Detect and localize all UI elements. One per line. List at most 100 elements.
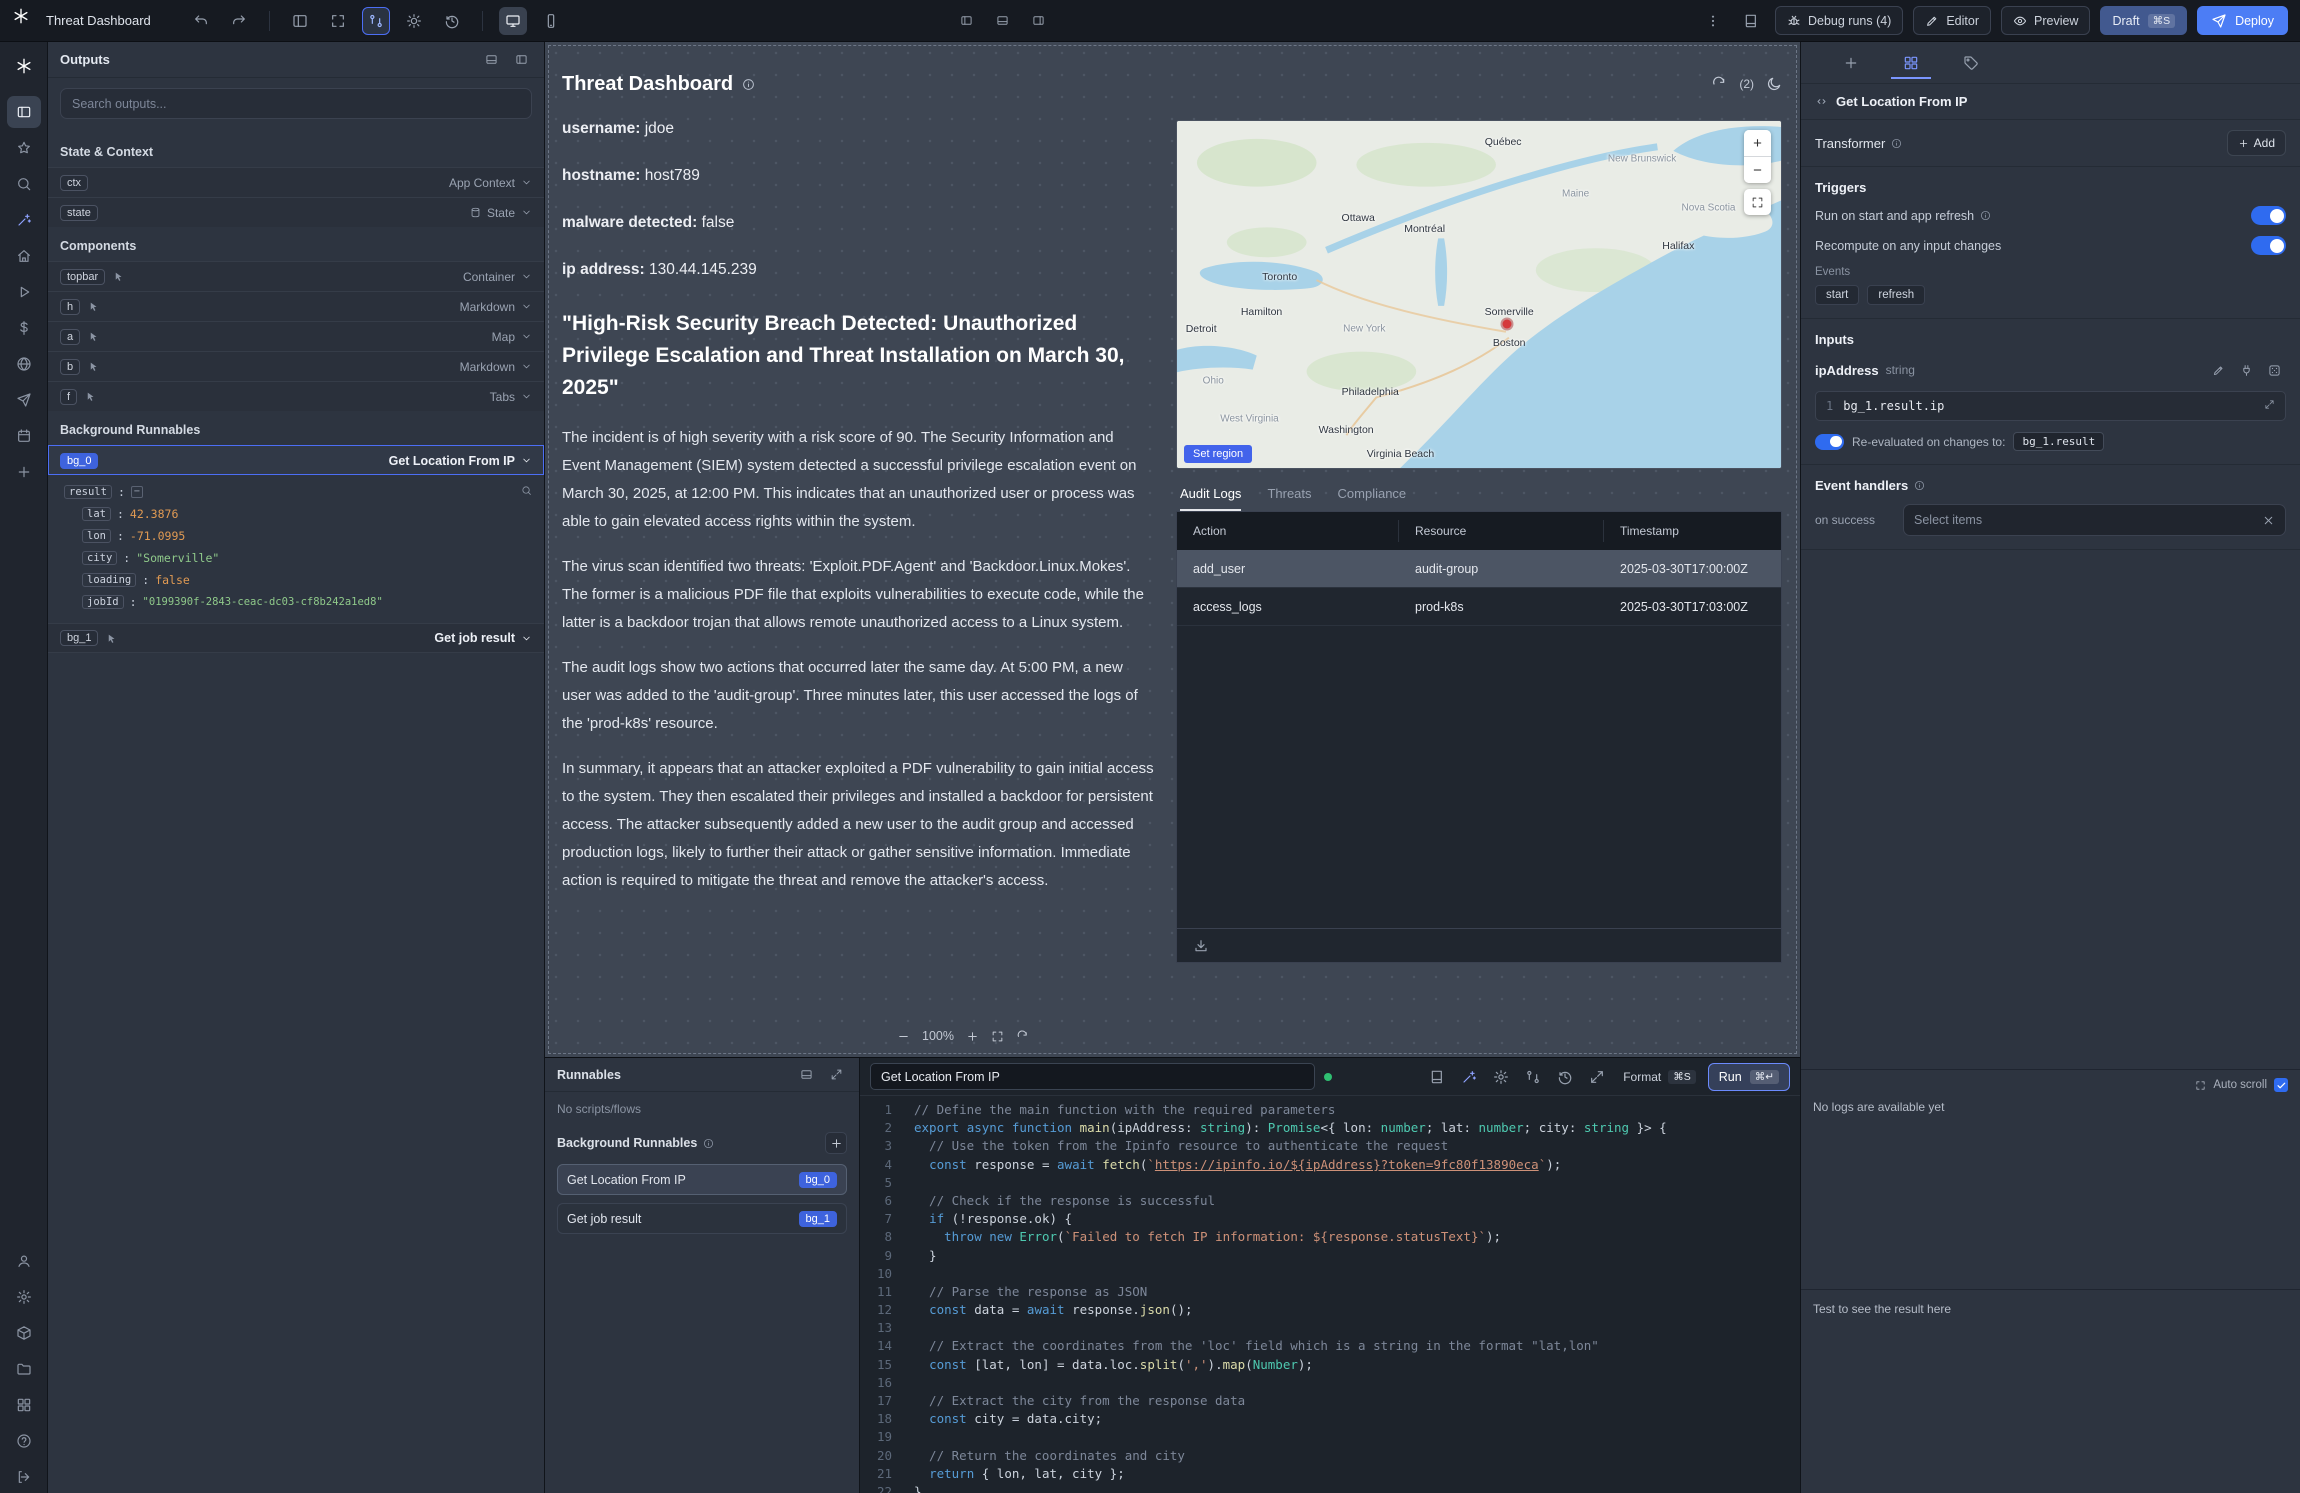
insert-tab[interactable] [1831, 47, 1871, 79]
dock-panel-button[interactable] [480, 49, 502, 71]
table-row[interactable]: add_user audit-group 2025-03-30T17:00:00… [1177, 550, 1781, 588]
map-zoom-in-button[interactable]: + [1744, 130, 1771, 156]
edit-input-button[interactable] [2206, 358, 2230, 382]
connect-input-button[interactable] [2234, 358, 2258, 382]
tab-audit-logs[interactable]: Audit Logs [1180, 486, 1241, 511]
rail-apps-icon[interactable] [7, 96, 41, 128]
rail-folders-icon[interactable] [7, 1353, 41, 1385]
rail-account-icon[interactable] [7, 1245, 41, 1277]
reset-zoom-button[interactable] [1016, 1030, 1029, 1043]
rail-add-icon[interactable] [7, 456, 41, 488]
rail-triggers-icon[interactable] [7, 384, 41, 416]
zoom-out-button[interactable] [897, 1030, 910, 1043]
rail-logout-icon[interactable] [7, 1461, 41, 1493]
add-bg-runnable-button[interactable] [825, 1132, 847, 1154]
output-row-state[interactable]: state State [48, 197, 544, 227]
collapse-panel-button[interactable] [510, 49, 532, 71]
tab-threats[interactable]: Threats [1267, 486, 1311, 511]
docs-button[interactable] [1737, 7, 1765, 35]
set-region-button[interactable]: Set region [1184, 445, 1252, 463]
rail-settings-icon[interactable] [7, 1281, 41, 1313]
clear-selection-icon[interactable] [2262, 514, 2275, 527]
map-zoom-out-button[interactable]: − [1744, 157, 1771, 183]
rail-runs-icon[interactable] [7, 276, 41, 308]
column-timestamp[interactable]: Timestamp [1604, 520, 1781, 542]
input-expression-editor[interactable]: 1 bg_1.result.ip [1815, 391, 2286, 421]
zoom-in-button[interactable] [966, 1030, 979, 1043]
random-value-button[interactable] [2262, 358, 2286, 382]
search-outputs-input[interactable] [60, 88, 532, 119]
editor-settings-button[interactable] [1487, 1063, 1515, 1091]
redo-button[interactable] [225, 7, 253, 35]
expand-expression-icon[interactable] [2264, 399, 2275, 410]
debug-runs-button[interactable]: Debug runs (4) [1775, 6, 1903, 35]
map-component[interactable]: QuébecNew BrunswickMaineNova ScotiaHalif… [1176, 120, 1782, 469]
rail-search-icon[interactable] [7, 168, 41, 200]
more-menu-button[interactable] [1699, 7, 1727, 35]
table-row[interactable]: access_logs prod-k8s 2025-03-30T17:03:00… [1177, 588, 1781, 626]
rail-apps-grid-icon[interactable] [7, 1389, 41, 1421]
expand-editor-button[interactable] [1583, 1063, 1611, 1091]
tree-root-row[interactable]: result: − [64, 481, 532, 503]
format-button[interactable]: Format⌘S [1615, 1063, 1704, 1090]
run-on-start-toggle[interactable] [2251, 206, 2286, 225]
run-button[interactable]: Run⌘↵ [1708, 1063, 1790, 1091]
draft-button[interactable]: Draft⌘S [2100, 6, 2187, 35]
add-transformer-button[interactable]: Add [2227, 130, 2286, 156]
toggle-bottom-panel-button[interactable] [988, 7, 1016, 35]
output-row-ctx[interactable]: ctx App Context [48, 167, 544, 197]
history-button[interactable] [1551, 1063, 1579, 1091]
rail-favorites-icon[interactable] [7, 132, 41, 164]
autoscroll-checkbox[interactable] [2274, 1078, 2288, 1092]
rail-workers-icon[interactable] [7, 1317, 41, 1349]
component-row[interactable]: a Map [48, 321, 544, 351]
download-table-button[interactable] [1189, 934, 1213, 958]
map-fullscreen-button[interactable] [1744, 189, 1771, 215]
component-row[interactable]: f Tabs [48, 381, 544, 411]
expand-runnables-button[interactable] [825, 1064, 847, 1086]
expand-logs-icon[interactable] [2195, 1080, 2206, 1091]
code-lines[interactable]: 1// Define the main function with the re… [860, 1096, 1800, 1493]
component-row[interactable]: topbar Container [48, 261, 544, 291]
runnable-item-bg0[interactable]: Get Location From IP bg_0 [557, 1164, 847, 1195]
bg1-output-row[interactable]: bg_1 Get job result [48, 623, 544, 653]
recompute-toggle[interactable] [2251, 236, 2286, 255]
app-canvas[interactable]: Threat Dashboard (2) username jdoe [545, 42, 1800, 1057]
collapse-node-icon[interactable]: − [131, 486, 143, 498]
rail-help-icon[interactable] [7, 1425, 41, 1457]
fit-view-button[interactable] [324, 7, 352, 35]
undo-button[interactable] [187, 7, 215, 35]
component-row[interactable]: b Markdown [48, 351, 544, 381]
deploy-button[interactable]: Deploy [2197, 6, 2288, 35]
bg0-output-row[interactable]: bg_0 Get Location From IP [48, 445, 544, 475]
rail-variables-icon[interactable] [7, 312, 41, 344]
theme-moon-icon[interactable] [1766, 76, 1782, 92]
history-button[interactable] [438, 7, 466, 35]
editor-button[interactable]: Editor [1913, 6, 1991, 35]
toggle-columns-button[interactable] [286, 7, 314, 35]
desktop-view-button[interactable] [499, 7, 527, 35]
dock-runnables-button[interactable] [795, 1064, 817, 1086]
fit-canvas-button[interactable] [991, 1030, 1004, 1043]
component-row[interactable]: h Markdown [48, 291, 544, 321]
styling-tab[interactable] [1951, 47, 1991, 79]
rail-ai-icon[interactable] [7, 204, 41, 236]
ai-assistant-button[interactable] [1455, 1063, 1483, 1091]
on-success-select[interactable]: Select items [1903, 504, 2286, 536]
preview-button[interactable]: Preview [2001, 6, 2090, 35]
column-action[interactable]: Action [1177, 520, 1399, 542]
column-resource[interactable]: Resource [1399, 520, 1604, 542]
mobile-view-button[interactable] [537, 7, 565, 35]
script-name-input[interactable] [870, 1063, 1315, 1090]
rail-home-icon[interactable] [7, 240, 41, 272]
runnable-item-bg1[interactable]: Get job result bg_1 [557, 1203, 847, 1234]
toggle-right-panel-button[interactable] [1024, 7, 1052, 35]
search-node-icon[interactable] [521, 485, 532, 496]
recompute-icon[interactable] [1711, 76, 1727, 92]
diff-view-button[interactable] [1519, 1063, 1547, 1091]
library-button[interactable] [1423, 1063, 1451, 1091]
settings-tab[interactable] [1891, 47, 1931, 79]
rail-resources-icon[interactable] [7, 348, 41, 380]
rail-schedules-icon[interactable] [7, 420, 41, 452]
theme-button[interactable] [400, 7, 428, 35]
